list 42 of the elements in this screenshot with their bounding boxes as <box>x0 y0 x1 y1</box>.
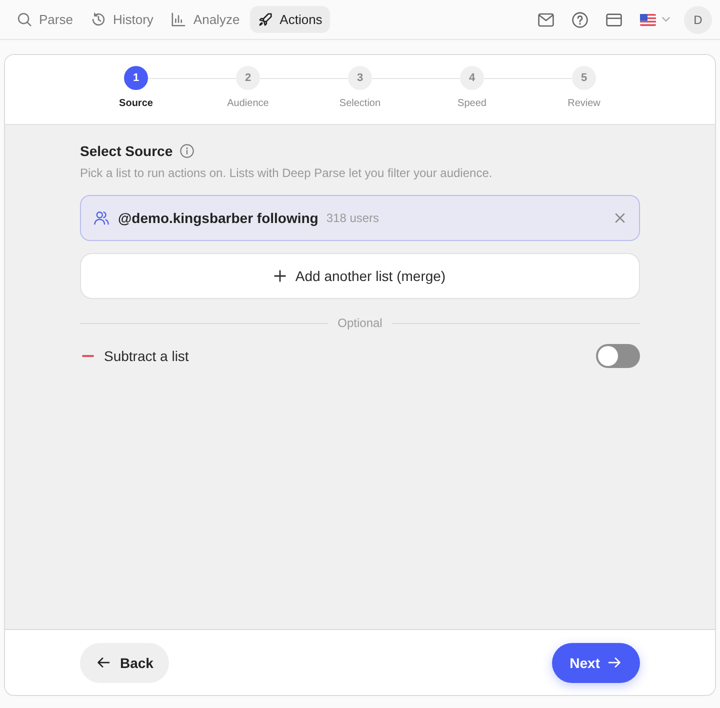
arrow-right-icon <box>608 657 621 668</box>
back-button[interactable]: Back <box>80 642 170 682</box>
step-label: Review <box>568 98 600 109</box>
step-label: Speed <box>458 98 486 109</box>
step-label: Selection <box>339 98 381 109</box>
us-flag-icon <box>640 14 656 26</box>
next-button[interactable]: Next <box>552 642 640 682</box>
subtract-list-label: Subtract a list <box>104 348 189 364</box>
user-avatar[interactable]: D <box>684 6 712 34</box>
divider-label: Optional <box>338 316 382 330</box>
section-title: Select Source <box>80 142 173 160</box>
list-name: @demo.kingsbarber following <box>118 210 318 226</box>
section-description: Pick a list to run actions on. Lists with Deep Parse let you filter your audience. <box>80 166 494 181</box>
minus-icon <box>82 355 94 357</box>
step-label: Source <box>119 98 153 109</box>
step-number: 2 <box>236 66 260 90</box>
list-user-count: 318 users <box>326 211 380 225</box>
arrow-left-icon <box>97 657 110 668</box>
mail-icon[interactable] <box>538 12 554 28</box>
nav-tab[interactable]: Parse <box>9 6 81 33</box>
close-icon[interactable] <box>615 213 625 223</box>
credit-card-icon[interactable] <box>606 12 622 28</box>
step-number: 1 <box>124 66 148 90</box>
add-list-button[interactable]: Add another list (merge) <box>80 253 640 299</box>
bar-chart-icon <box>171 12 186 27</box>
plus-icon <box>274 270 286 282</box>
info-icon[interactable] <box>180 144 194 158</box>
help-icon[interactable] <box>572 12 588 28</box>
step-number: 3 <box>348 66 372 90</box>
language-select[interactable] <box>640 12 670 28</box>
nav-tab[interactable]: History <box>82 6 162 33</box>
step-number: 5 <box>572 66 596 90</box>
chevron-down-icon <box>662 17 670 22</box>
nav-tab[interactable]: Analyze <box>163 6 248 33</box>
step-number: 4 <box>460 66 484 90</box>
users-icon <box>94 211 109 225</box>
subtract-toggle[interactable] <box>596 344 640 368</box>
clock-icon <box>90 12 106 27</box>
search-icon <box>17 12 32 27</box>
step-label: Audience <box>227 98 269 109</box>
rocket-icon <box>258 12 273 27</box>
nav-tab[interactable]: Actions <box>250 6 330 33</box>
